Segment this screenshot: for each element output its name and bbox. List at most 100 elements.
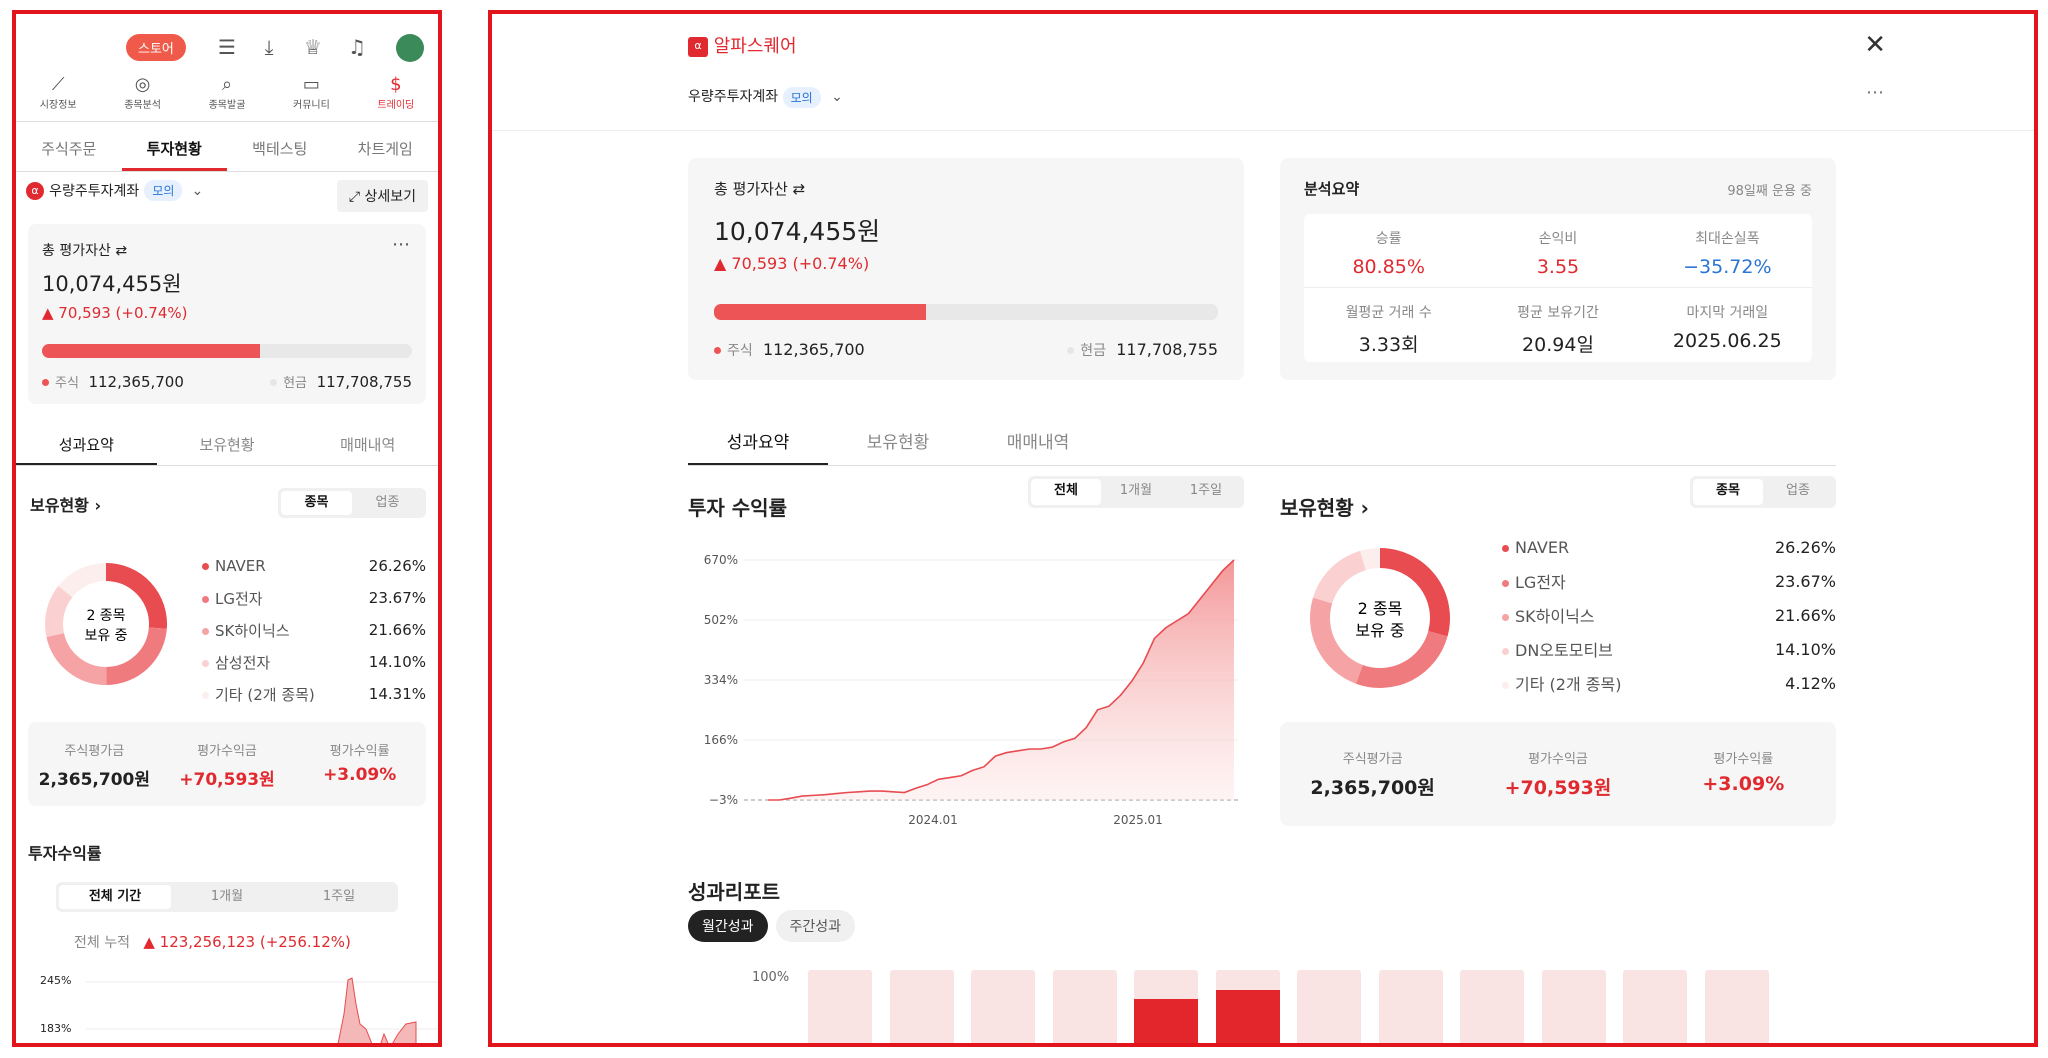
analysis-label: 월평균 거래 수	[1345, 305, 1432, 321]
account-name[interactable]: 우량주투자계좌	[688, 89, 778, 105]
close-icon[interactable]: ✕	[1864, 30, 1886, 60]
tab-weekly[interactable]: 주간성과	[775, 910, 856, 942]
legend-label: SK하이닉스	[215, 621, 290, 640]
seg-sector[interactable]: 업종	[352, 491, 423, 515]
nav-analysis[interactable]: ◎ 종목분석	[100, 74, 184, 121]
stat-value: +70,593원	[1504, 777, 1612, 799]
legend-item: 기타 (2개 종목) 4.12%	[1502, 666, 1836, 700]
report-bar[interactable]	[971, 970, 1035, 1043]
nav-community[interactable]: ▭ 커뮤니티	[269, 74, 353, 121]
seg-all[interactable]: 전체 기간	[59, 885, 171, 909]
holdings-title[interactable]: 보유현황 ›	[30, 492, 101, 516]
tab-backtest[interactable]: 백테스팅	[227, 126, 333, 171]
report-bar[interactable]	[1215, 970, 1280, 1043]
tab-trades[interactable]: 매매내역	[968, 422, 1108, 465]
seg-1week[interactable]: 1주일	[283, 885, 395, 909]
legend-label: LG전자	[215, 589, 263, 608]
y-tick-label: 166%	[704, 733, 738, 747]
holdings-donut: 2 종목 보유 중	[45, 563, 167, 685]
account-name[interactable]: 우량주투자계좌	[49, 184, 139, 200]
seg-1week[interactable]: 1주일	[1171, 479, 1241, 505]
stat-item: 평가수익금 +70,593원	[1465, 748, 1650, 826]
tab-trades[interactable]: 매매내역	[297, 426, 438, 465]
holdings-title[interactable]: 보유현황 ›	[1280, 492, 1369, 521]
brand-name: 알파스퀘어	[713, 36, 797, 57]
nav-discover[interactable]: ⌕ 종목발굴	[185, 74, 269, 121]
alpha-logo-icon: α	[26, 181, 44, 200]
report-bar[interactable]	[1623, 970, 1687, 1043]
account-row: 우량주투자계좌 모의 ⌄	[688, 86, 843, 108]
legend-item: SK하이닉스 21.66%	[202, 614, 426, 646]
asset-card: 총 평가자산 ⇄ 10,074,455원 ▲ 70,593 (+0.74%) 주…	[688, 158, 1244, 380]
report-bar[interactable]	[1541, 970, 1606, 1043]
seg-1month[interactable]: 1개월	[1101, 479, 1171, 505]
legend-name: 기타 (2개 종목)	[1502, 671, 1621, 695]
tab-holdings[interactable]: 보유현황	[828, 422, 968, 465]
seg-all[interactable]: 전체	[1031, 479, 1101, 505]
chevron-down-icon[interactable]: ⌄	[831, 89, 843, 105]
report-bar[interactable]	[1460, 970, 1524, 1043]
cash-dot	[270, 379, 278, 386]
cumulative-row: 전체 누적 ▲ 123,256,123 (+256.12%)	[74, 932, 351, 952]
ytick-1: 245%	[40, 974, 72, 987]
more-icon[interactable]: ⋯	[392, 234, 410, 255]
swap-icon[interactable]: ⇄	[793, 180, 806, 198]
avatar[interactable]	[396, 34, 424, 62]
seg-stock[interactable]: 종목	[1693, 479, 1763, 505]
detail-label: 상세보기	[364, 189, 416, 205]
seg-sector[interactable]: 업종	[1763, 479, 1833, 505]
tab-chartgame[interactable]: 차트게임	[333, 126, 439, 171]
tab-invest[interactable]: 투자현황	[121, 126, 227, 171]
holdings-title-text: 보유현황	[30, 496, 89, 515]
bell-icon[interactable]: ♫	[344, 34, 370, 60]
return-chart: 670% 502% 334% 166% −3% 2024.01 2025.01	[704, 553, 1238, 827]
analysis-label: 마지막 거래일	[1686, 305, 1769, 321]
analysis-item: 손익비 3.55	[1473, 214, 1643, 288]
trading-icon: $	[390, 74, 402, 95]
tab-monthly[interactable]: 월간성과	[688, 910, 768, 942]
x-tick-label: 2024.01	[908, 813, 958, 827]
holdings-segment: 종목 업종	[1690, 476, 1836, 508]
donut-line-2: 보유 중	[84, 628, 127, 644]
legend-dot	[202, 627, 209, 635]
seg-1month[interactable]: 1개월	[171, 885, 283, 909]
more-icon[interactable]: ⋯	[1866, 82, 1884, 103]
report-bar[interactable]	[1052, 970, 1117, 1043]
legend-item: DN오토모티브 14.10%	[1502, 632, 1836, 666]
alpha-logo-icon: α	[688, 37, 708, 57]
trophy-icon[interactable]: ♕	[300, 34, 326, 60]
tab-holdings[interactable]: 보유현황	[157, 426, 298, 465]
tab-summary[interactable]: 성과요약	[16, 426, 157, 465]
analysis-value: 20.94일	[1522, 334, 1594, 356]
tab-order[interactable]: 주식주문	[16, 126, 122, 171]
seg-stock[interactable]: 종목	[281, 491, 352, 515]
detail-button[interactable]: ⤢ 상세보기	[336, 180, 428, 212]
list-icon[interactable]: ☰	[214, 34, 240, 60]
chevron-right-icon: ›	[94, 496, 102, 515]
legend-item: NAVER 26.26%	[202, 550, 426, 582]
sub-tabs: 성과요약 보유현황 매매내역	[16, 426, 438, 466]
cash-dot	[1067, 347, 1075, 354]
stock-value: 112,365,700	[762, 340, 865, 359]
report-bar[interactable]	[808, 970, 872, 1043]
report-bar[interactable]	[1134, 970, 1198, 1043]
legend-pct: 21.66%	[1774, 605, 1836, 625]
nav-market[interactable]: ⟋ 시장정보	[16, 74, 100, 121]
donut-slice	[1310, 597, 1364, 684]
y-tick-label: −3%	[709, 793, 738, 807]
analysis-value: −35.72%	[1683, 256, 1772, 278]
left-return-chart	[86, 977, 438, 1043]
report-bar[interactable]	[889, 970, 954, 1043]
report-bar[interactable]	[1378, 970, 1443, 1043]
chart-line-icon: ⟋	[51, 74, 65, 95]
store-button[interactable]: 스토어	[126, 34, 186, 61]
chevron-down-icon[interactable]: ⌄	[192, 183, 204, 199]
report-bar[interactable]	[1704, 970, 1769, 1043]
download-icon[interactable]: ⤓	[256, 34, 282, 60]
nav-trading[interactable]: $ 트레이딩	[354, 74, 438, 121]
legend-label: 기타 (2개 종목)	[215, 685, 315, 704]
swap-icon[interactable]: ⇄	[115, 243, 127, 259]
legend-label: SK하이닉스	[1515, 607, 1595, 626]
tab-summary[interactable]: 성과요약	[688, 422, 828, 465]
report-bar[interactable]	[1297, 970, 1361, 1043]
